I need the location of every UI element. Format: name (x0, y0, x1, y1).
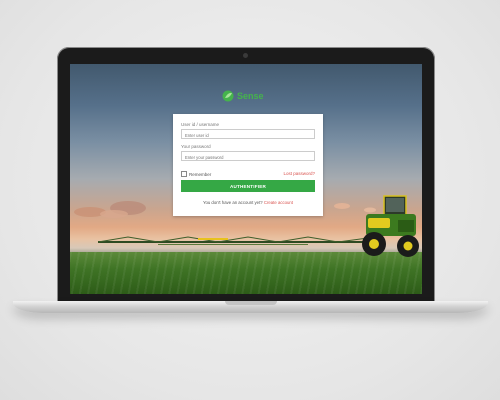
laptop-lid: Sense User id / username Your password R… (57, 47, 435, 303)
checkbox-icon[interactable] (181, 171, 187, 177)
laptop-base (13, 301, 488, 313)
password-label: Your password (181, 144, 211, 149)
brand-name: Sense (237, 91, 264, 101)
sprayer-tractor (362, 195, 419, 257)
remember-label: Remember (189, 171, 212, 177)
login-card: User id / username Your password Remembe… (173, 114, 323, 216)
password-input[interactable] (181, 151, 315, 161)
username-label: User id / username (181, 122, 220, 127)
create-account-link[interactable]: Create account (264, 200, 293, 205)
laptop-screen: Sense User id / username Your password R… (70, 64, 422, 294)
laptop-notch (225, 301, 277, 305)
camera-icon (243, 53, 248, 58)
signup-prompt-text: You don't have an account yet? (202, 200, 263, 205)
remember-me[interactable]: Remember (181, 171, 211, 177)
brand-logo: Sense (222, 89, 264, 103)
login-button[interactable]: AUTHENTIFIER (181, 180, 315, 192)
forgot-password-link[interactable]: Lost password? (283, 171, 315, 176)
sprayer-boom (98, 236, 368, 245)
signup-prompt: You don't have an account yet? Create ac… (173, 200, 323, 205)
leaf-logo-icon (222, 90, 234, 102)
username-input[interactable] (181, 129, 315, 139)
